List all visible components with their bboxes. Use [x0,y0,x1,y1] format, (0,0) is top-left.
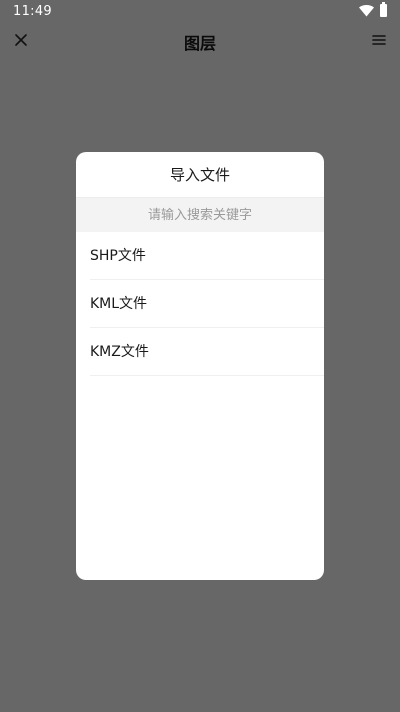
search-input[interactable] [76,198,324,232]
battery-icon [380,2,387,17]
list-item-kmz[interactable]: KMZ文件 [90,328,324,376]
status-time: 11:49 [13,4,52,19]
list-item-kml[interactable]: KML文件 [90,280,324,328]
search-box [76,198,324,232]
status-bar: 11:49 [0,0,400,24]
screen: 11:49 图层 导入文件 SHP文件 KML文件 KMZ文件 [0,0,400,712]
page-title: 图层 [183,34,216,53]
file-type-list: SHP文件 KML文件 KMZ文件 [90,232,324,376]
app-header: 图层 [0,24,400,56]
import-file-dialog: 导入文件 SHP文件 KML文件 KMZ文件 [76,152,324,580]
dialog-title: 导入文件 [76,152,324,198]
list-item-shp[interactable]: SHP文件 [90,232,324,280]
wifi-icon [359,5,374,17]
menu-icon[interactable] [371,32,387,48]
